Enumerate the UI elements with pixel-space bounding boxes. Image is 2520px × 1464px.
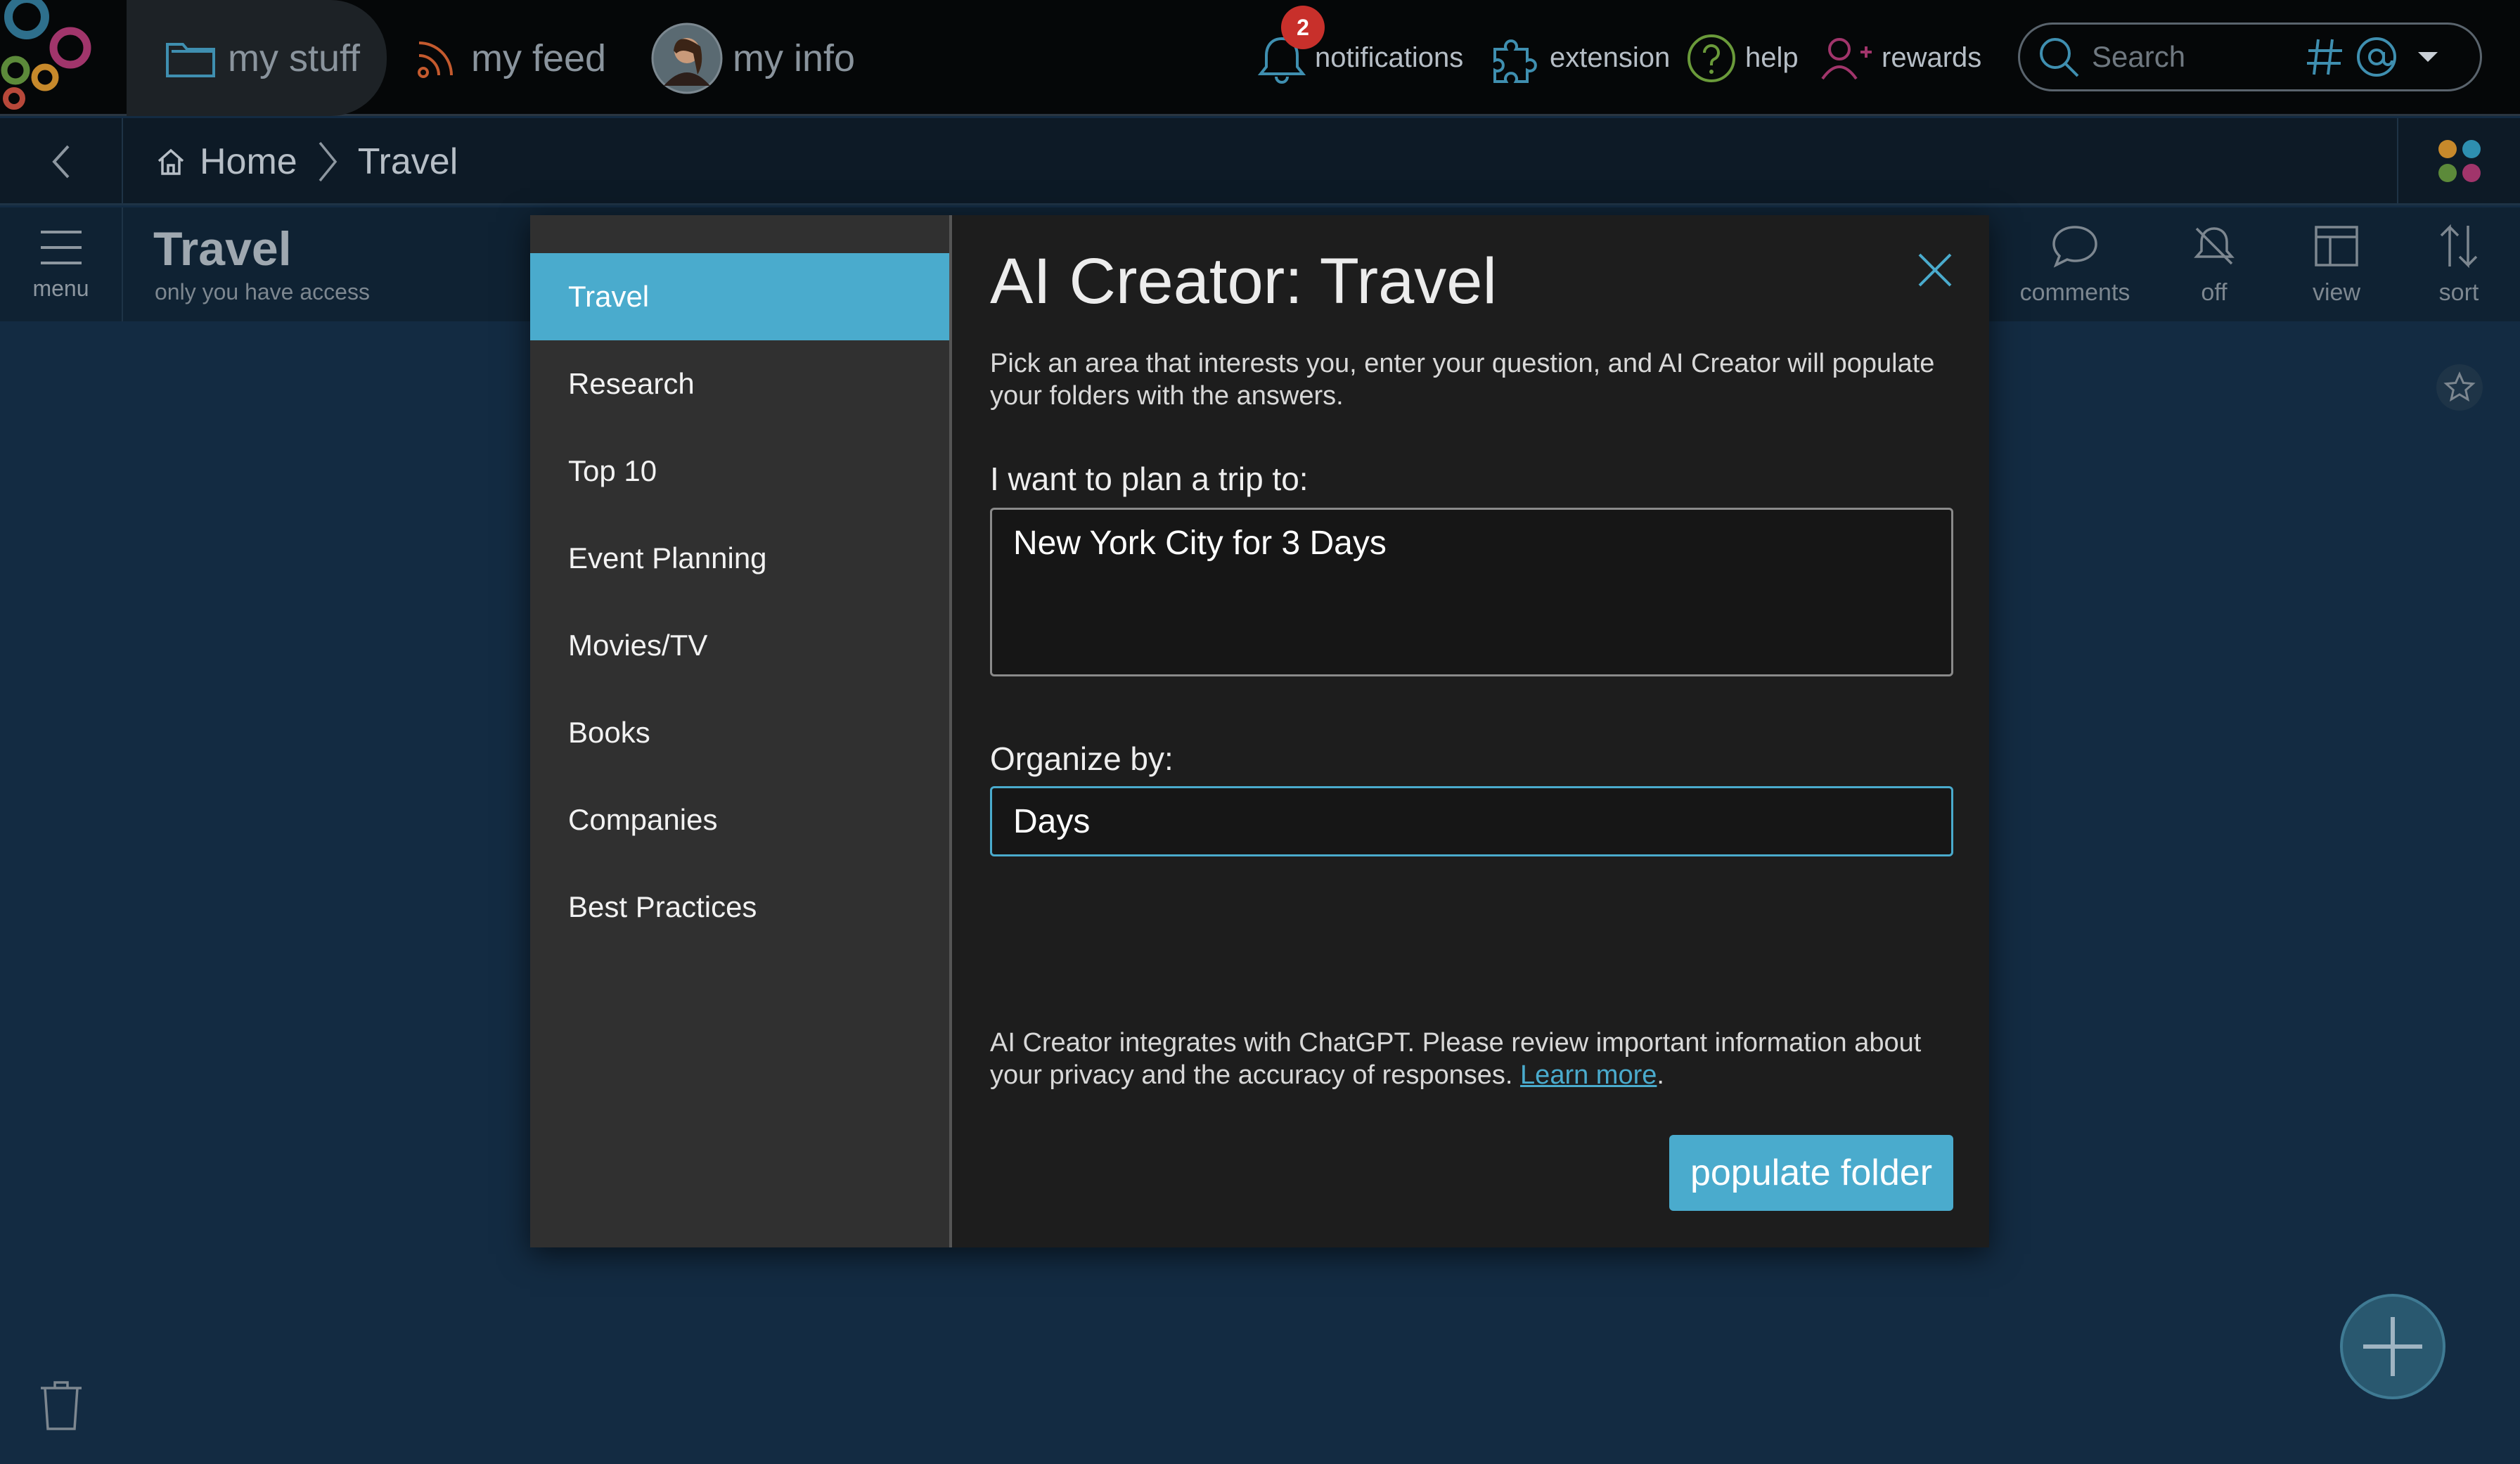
hashtag-icon[interactable] [2304,37,2345,77]
comment-icon [2052,226,2097,268]
home-icon [158,148,184,175]
view-button[interactable]: view [2277,223,2396,307]
search-box[interactable]: Search [2018,23,2482,91]
puzzle-icon [1493,39,1537,83]
category-top-10[interactable]: Top 10 [530,428,949,515]
category-travel[interactable]: Travel [530,253,949,340]
view-label: view [2312,279,2361,306]
comments-button[interactable]: comments [2015,223,2135,307]
hamburger-icon [40,230,82,264]
category-sidebar: Travel Research Top 10 Event Planning Mo… [530,215,952,1247]
category-event-planning[interactable]: Event Planning [530,515,949,602]
help-icon [1688,34,1735,82]
sort-button[interactable]: sort [2399,223,2519,307]
chevron-right-icon [319,141,337,182]
dialog-title: AI Creator: Travel [990,245,1497,317]
close-button[interactable] [1912,248,1958,293]
menu-button[interactable]: menu [0,207,123,321]
top-navigation: my stuff my feed my info notifications 2… [0,0,2520,116]
back-button[interactable] [0,118,123,205]
comments-label: comments [2019,279,2130,306]
organize-by-input[interactable] [990,786,1953,856]
breadcrumb-bar: Home Travel [0,118,2520,205]
notify-off-label: off [2201,279,2228,306]
sort-icon [2440,224,2478,269]
breadcrumb-current: Travel [357,141,458,182]
tab-my-stuff[interactable]: my stuff [165,0,360,116]
search-icon [2040,38,2079,77]
help-label: help [1745,42,1799,73]
access-subtitle: only you have access [155,279,370,304]
sort-label: sort [2438,279,2479,306]
close-icon [1918,253,1952,287]
tab-my-info[interactable]: my info [651,0,855,116]
help-button[interactable]: help [1686,0,1799,116]
trash-icon [41,1381,82,1430]
folder-icon [166,42,215,77]
rss-icon [418,41,453,78]
page-title: Travel [153,222,292,276]
notify-off-button[interactable]: off [2154,223,2274,307]
chatgpt-notice: AI Creator integrates with ChatGPT. Plea… [990,1027,1960,1091]
category-research[interactable]: Research [530,340,949,428]
notify-off-icon [2194,227,2235,265]
tab-my-stuff-label: my stuff [228,37,361,79]
rewards-label: rewards [1882,42,1982,73]
star-icon [2443,371,2476,402]
back-chevron-icon [51,145,69,179]
chatgpt-notice-period: . [1657,1060,1664,1090]
breadcrumb: Home Travel [155,118,458,205]
add-user-icon [1821,37,1872,79]
favorite-button[interactable] [2436,364,2483,411]
dropdown-caret-icon[interactable] [2412,46,2443,68]
breadcrumb-home[interactable]: Home [200,141,297,183]
tab-my-feed-label: my feed [471,37,607,79]
learn-more-link[interactable]: Learn more [1520,1060,1657,1090]
search-input[interactable]: Search [2092,40,2303,74]
dialog-intro-text: Pick an area that interests you, enter y… [990,349,1935,411]
add-item-button[interactable] [2340,1294,2445,1399]
organize-label: Organize by: [990,740,1174,777]
trip-destination-input[interactable]: New York City for 3 Days [990,508,1953,676]
tab-my-feed[interactable]: my feed [415,0,606,116]
category-books[interactable]: Books [530,689,949,776]
notification-count-badge: 2 [1281,6,1325,49]
ai-creator-dialog: Travel Research Top 10 Event Planning Mo… [530,215,1989,1247]
view-icon [2315,226,2358,267]
plus-icon [2363,1317,2422,1376]
rewards-button[interactable]: rewards [1820,0,1981,116]
tab-my-info-label: my info [733,37,856,79]
chatgpt-notice-text: AI Creator integrates with ChatGPT. Plea… [990,1028,1922,1090]
extension-button[interactable]: extension [1489,0,1670,116]
at-icon[interactable] [2355,35,2398,79]
trip-label: I want to plan a trip to: [990,461,1309,497]
menu-label: menu [32,275,89,301]
category-companies[interactable]: Companies [530,776,949,863]
apps-dots-icon [2438,140,2481,182]
category-movies-tv[interactable]: Movies/TV [530,602,949,689]
populate-folder-button[interactable]: populate folder [1669,1135,1953,1211]
notifications-label: notifications [1315,42,1464,73]
trash-button[interactable] [37,1378,86,1435]
avatar [651,23,723,94]
extension-label: extension [1550,42,1671,73]
category-best-practices[interactable]: Best Practices [530,863,949,951]
logo-rings-icon[interactable] [0,0,123,116]
apps-button[interactable] [2397,118,2520,205]
